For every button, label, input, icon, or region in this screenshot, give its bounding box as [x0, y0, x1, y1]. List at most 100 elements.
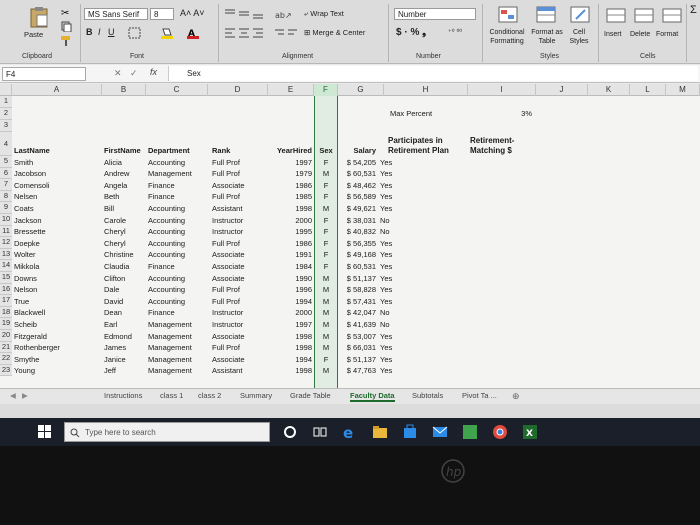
- tab-scroll-left[interactable]: ◀: [10, 391, 16, 400]
- format-as-table-icon[interactable]: [536, 6, 558, 24]
- cell-dept[interactable]: Accounting: [148, 239, 185, 248]
- row-header[interactable]: 7: [0, 179, 12, 191]
- row-header[interactable]: 18: [0, 306, 12, 319]
- cell-last[interactable]: Nelson: [14, 285, 37, 294]
- max-percent-label[interactable]: Max Percent: [390, 109, 432, 118]
- cell-sex[interactable]: M: [314, 297, 338, 306]
- cell-dept[interactable]: Management: [148, 343, 192, 352]
- autosum-icon[interactable]: Σ: [690, 5, 697, 16]
- cell-year[interactable]: 2000: [266, 216, 312, 225]
- cell-rank[interactable]: Associate: [212, 355, 245, 364]
- cell-rank[interactable]: Full Prof: [212, 169, 240, 178]
- cell-last[interactable]: Jacobson: [14, 169, 46, 178]
- paste-icon[interactable]: [28, 6, 50, 28]
- delete-button[interactable]: Delete: [630, 30, 650, 39]
- cell-sex[interactable]: F: [314, 181, 338, 190]
- cell-salary[interactable]: $ 56,589: [338, 192, 376, 201]
- cell-first[interactable]: Earl: [104, 320, 117, 329]
- column-header[interactable]: I: [468, 84, 536, 96]
- horizontal-align-icons[interactable]: [224, 27, 268, 39]
- cell-year[interactable]: 1997: [266, 158, 312, 167]
- cell-year[interactable]: 2000: [266, 308, 312, 317]
- cell-salary[interactable]: $ 60,531: [338, 262, 376, 271]
- cell-rank[interactable]: Full Prof: [212, 297, 240, 306]
- row-header[interactable]: 8: [0, 190, 12, 203]
- cell-dept[interactable]: Accounting: [148, 227, 185, 236]
- cell-styles-icon[interactable]: [570, 6, 592, 24]
- cut-icon[interactable]: ✂: [60, 6, 72, 18]
- cell-year[interactable]: 1998: [266, 343, 312, 352]
- cell-last[interactable]: Downs: [14, 274, 37, 283]
- row-header[interactable]: 3: [0, 120, 12, 132]
- cell-plan[interactable]: Yes: [380, 297, 392, 306]
- cell-first[interactable]: Clifton: [104, 274, 125, 283]
- cell-plan[interactable]: Yes: [380, 332, 392, 341]
- cell-sex[interactable]: M: [314, 285, 338, 294]
- wrap-text-button[interactable]: ⤶ Wrap Text: [304, 9, 344, 18]
- merge-center-button[interactable]: ⊞ Merge & Center: [304, 28, 365, 37]
- cell-last[interactable]: Blackwell: [14, 308, 45, 317]
- paste-button[interactable]: Paste: [24, 30, 43, 39]
- format-button[interactable]: Format: [656, 30, 678, 39]
- cell-plan[interactable]: Yes: [380, 366, 392, 375]
- edge-icon[interactable]: e: [342, 424, 358, 440]
- cell-last[interactable]: Mikkola: [14, 262, 39, 271]
- cell-dept[interactable]: Finance: [148, 181, 175, 190]
- row-header[interactable]: 6: [0, 167, 12, 180]
- cell-plan[interactable]: No: [380, 227, 390, 236]
- cell-rank[interactable]: Instructor: [212, 227, 243, 236]
- conditional-formatting-button[interactable]: Conditional Formatting: [484, 28, 530, 46]
- cell-first[interactable]: Janice: [104, 355, 126, 364]
- format-painter-icon[interactable]: [60, 34, 72, 46]
- cell-sex[interactable]: M: [314, 274, 338, 283]
- insert-function-icon[interactable]: fx: [150, 67, 157, 77]
- row-header[interactable]: 17: [0, 295, 12, 307]
- cell-last[interactable]: Nelsen: [14, 192, 37, 201]
- cell-rank[interactable]: Full Prof: [212, 192, 240, 201]
- row-header[interactable]: 13: [0, 248, 12, 261]
- cell-year[interactable]: 1991: [266, 250, 312, 259]
- cell-salary[interactable]: $ 56,355: [338, 239, 376, 248]
- cell-dept[interactable]: Management: [148, 366, 192, 375]
- cell-dept[interactable]: Management: [148, 355, 192, 364]
- formula-input[interactable]: Sex: [168, 66, 698, 81]
- header-salary[interactable]: Salary: [338, 146, 376, 155]
- cell-last[interactable]: Smith: [14, 158, 33, 167]
- cell-first[interactable]: Edmond: [104, 332, 132, 341]
- cell-plan[interactable]: Yes: [380, 274, 392, 283]
- mail-icon[interactable]: [432, 424, 448, 440]
- orientation-icon[interactable]: ab↗: [274, 8, 296, 20]
- cell-dept[interactable]: Management: [148, 169, 192, 178]
- cell-dept[interactable]: Finance: [148, 308, 175, 317]
- cell-year[interactable]: 1979: [266, 169, 312, 178]
- column-header-selected[interactable]: F: [314, 84, 338, 96]
- app-icon-green[interactable]: [462, 424, 478, 440]
- cell-year[interactable]: 1986: [266, 239, 312, 248]
- cell-sex[interactable]: M: [314, 332, 338, 341]
- column-header[interactable]: M: [666, 84, 700, 96]
- header-retirement-1[interactable]: Participates in: [388, 136, 443, 145]
- row-header[interactable]: 16: [0, 283, 12, 296]
- task-view-icon[interactable]: [312, 424, 328, 440]
- cell-last[interactable]: Wolter: [14, 250, 36, 259]
- cell-dept[interactable]: Accounting: [148, 285, 185, 294]
- cell-plan[interactable]: Yes: [380, 343, 392, 352]
- cell-last[interactable]: Rothenberger: [14, 343, 60, 352]
- conditional-formatting-icon[interactable]: [498, 6, 520, 24]
- cell-rank[interactable]: Assistant: [212, 366, 242, 375]
- cell-sex[interactable]: F: [314, 239, 338, 248]
- cell-year[interactable]: 1986: [266, 181, 312, 190]
- column-header[interactable]: C: [146, 84, 208, 96]
- row-header[interactable]: 11: [0, 225, 12, 238]
- cell-plan[interactable]: Yes: [380, 192, 392, 201]
- row-header[interactable]: 10: [0, 214, 12, 226]
- cell-sex[interactable]: M: [314, 169, 338, 178]
- row-header[interactable]: 21: [0, 341, 12, 354]
- cell-first[interactable]: Beth: [104, 192, 119, 201]
- cell-dept[interactable]: Accounting: [148, 250, 185, 259]
- copy-icon[interactable]: [60, 20, 72, 32]
- cell-year[interactable]: 1985: [266, 192, 312, 201]
- cell-plan[interactable]: Yes: [380, 169, 392, 178]
- cell-last[interactable]: Smythe: [14, 355, 39, 364]
- vertical-align-icons[interactable]: [224, 8, 268, 20]
